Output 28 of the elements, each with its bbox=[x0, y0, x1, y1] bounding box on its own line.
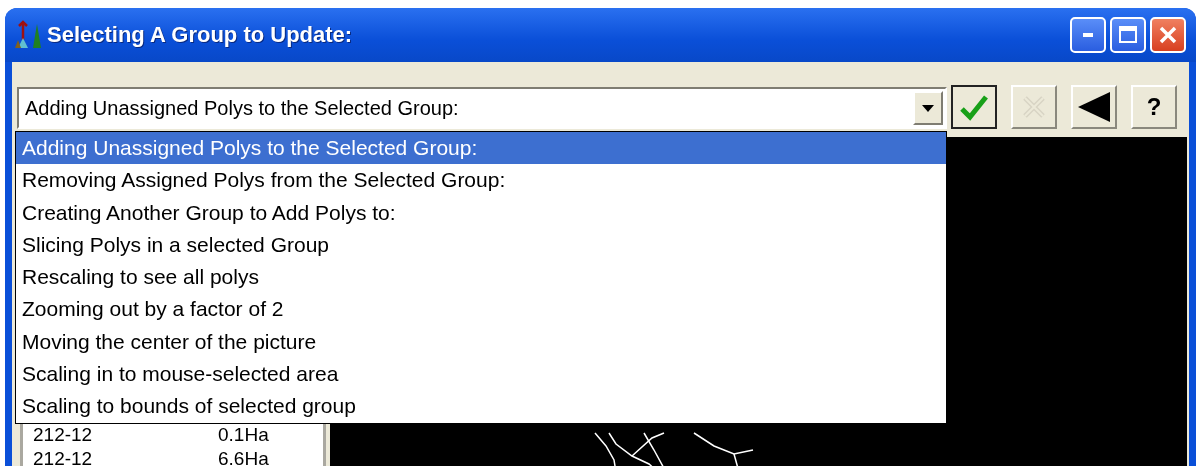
dropdown-option[interactable]: Slicing Polys in a selected Group bbox=[16, 228, 946, 262]
dropdown-option[interactable]: Adding Unassigned Polys to the Selected Group: bbox=[16, 132, 946, 165]
window-title: Selecting A Group to Update: bbox=[47, 22, 353, 48]
dropdown-option[interactable]: Zooming out by a factor of 2 bbox=[16, 293, 946, 326]
poly-area[interactable]: 6.6Ha bbox=[218, 448, 269, 466]
maximize-icon bbox=[1118, 25, 1138, 45]
close-button[interactable] bbox=[1150, 17, 1186, 53]
dropdown-option[interactable]: Rescaling to see all polys bbox=[16, 261, 946, 294]
close-icon bbox=[1158, 25, 1178, 45]
app-icon bbox=[13, 20, 43, 50]
dropdown-option[interactable]: Scaling to bounds of selected group bbox=[16, 390, 946, 423]
poly-name[interactable]: 212-12 bbox=[33, 424, 218, 446]
minimize-button[interactable] bbox=[1070, 17, 1106, 53]
maximize-button[interactable] bbox=[1110, 17, 1146, 53]
help-button[interactable]: ? bbox=[1131, 85, 1177, 129]
dropdown-option[interactable]: Scaling in to mouse-selected area bbox=[16, 358, 946, 391]
checkmark-icon bbox=[959, 93, 989, 121]
action-dropdown[interactable]: Adding Unassigned Polys to the Selected Group: bbox=[17, 87, 947, 129]
minimize-icon bbox=[1083, 33, 1093, 37]
dropdown-option[interactable]: Removing Assigned Polys from the Selected Group: bbox=[16, 164, 946, 197]
dropdown-option[interactable]: Creating Another Group to Add Polys to: bbox=[16, 196, 946, 229]
back-button[interactable] bbox=[1071, 85, 1117, 129]
poly-name[interactable]: 212-12 bbox=[33, 448, 218, 466]
dropdown-option[interactable]: Moving the center of the picture bbox=[16, 325, 946, 359]
caret-icon bbox=[922, 104, 934, 112]
confirm-button[interactable] bbox=[951, 85, 997, 129]
left-triangle-icon bbox=[1076, 91, 1112, 123]
poly-area[interactable]: 0.1Ha bbox=[218, 424, 269, 446]
